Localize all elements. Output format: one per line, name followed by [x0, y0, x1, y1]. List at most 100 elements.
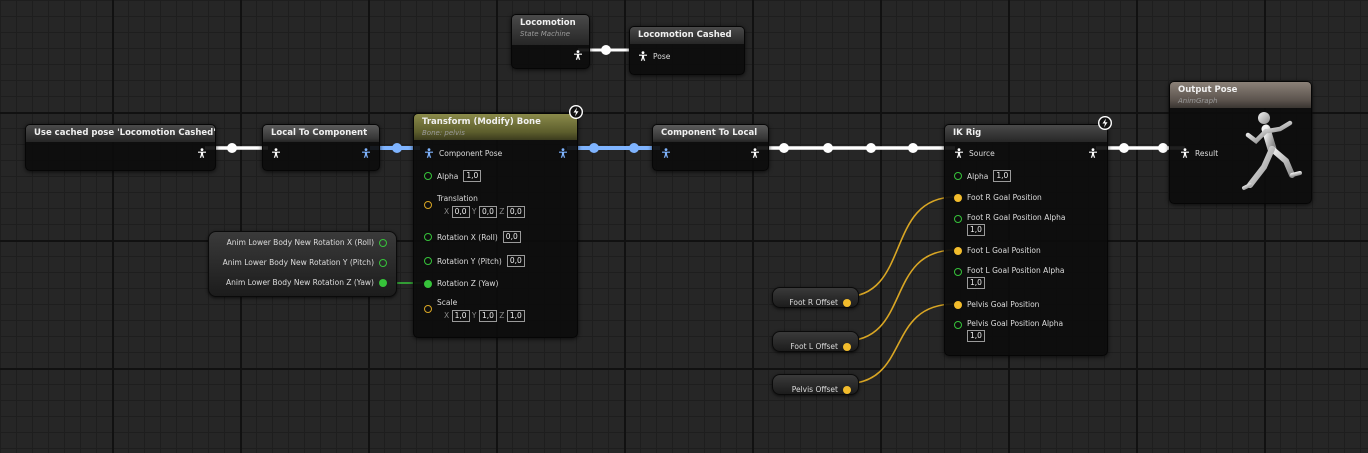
foot-r-alpha-pin[interactable]: Foot R Goal Position Alpha 1,0 — [954, 213, 1066, 236]
component-to-local-node[interactable]: Component To Local — [652, 124, 769, 171]
node-title: Output Pose — [1178, 85, 1238, 95]
pelvis-alpha-field[interactable]: 1,0 — [967, 330, 985, 342]
node-header: Locomotion Cashed — [630, 27, 744, 44]
alpha-value-field[interactable]: 1,0 — [463, 170, 482, 182]
source-input-pin[interactable]: Source — [954, 148, 995, 158]
variable-pin[interactable]: Foot L Offset — [790, 337, 851, 356]
node-title: Locomotion — [520, 18, 576, 28]
float-pin-icon — [379, 258, 387, 267]
translation-y-field[interactable]: 0,0 — [478, 206, 497, 218]
pose-input-pin[interactable] — [271, 148, 281, 158]
node-title: Local To Component — [271, 128, 368, 138]
pose-person-icon — [750, 148, 760, 158]
component-pose-output-pin[interactable] — [558, 148, 568, 158]
scale-pin[interactable]: Scale X 1,0 Y 1,0 Z 1,0 — [424, 298, 525, 322]
float-pin-icon — [379, 238, 387, 247]
pose-output-pin[interactable] — [750, 148, 760, 158]
ik-rig-node[interactable]: IK Rig Source Alpha 1,0 Foot R Goal Posi… — [944, 124, 1108, 356]
variable-label: Anim Lower Body New Rotation Z (Yaw) — [226, 278, 374, 287]
variable-pelvis-offset[interactable]: Pelvis Offset — [772, 374, 859, 395]
wire-knot — [629, 143, 639, 153]
vector-pin-icon — [424, 201, 432, 209]
vector-pin-connected-icon — [954, 300, 962, 309]
transform-modify-bone-node[interactable]: Transform (Modify) Bone Bone: pelvis Com… — [413, 113, 578, 338]
rotation-y-field[interactable]: 0,0 — [506, 255, 525, 267]
float-pin-icon — [424, 257, 432, 265]
translation-z-field[interactable]: 0,0 — [506, 206, 525, 218]
wire-footl-to-ikrig[interactable] — [843, 249, 956, 342]
variable-rotation-y[interactable]: Anim Lower Body New Rotation Y (Pitch) — [223, 258, 387, 267]
variable-rotation-z[interactable]: Anim Lower Body New Rotation Z (Yaw) — [226, 278, 387, 287]
node-header: Output Pose AnimGraph — [1170, 82, 1311, 108]
wire-knot — [1119, 143, 1129, 153]
component-pose-input-pin[interactable] — [661, 148, 671, 158]
vector-pin-connected-icon — [843, 342, 851, 351]
component-pose-input-pin[interactable]: Component Pose — [424, 148, 502, 158]
use-cached-pose-node[interactable]: Use cached pose 'Locomotion Cashed' — [25, 124, 216, 171]
translation-x-field[interactable]: 0,0 — [451, 206, 470, 218]
variable-label: Anim Lower Body New Rotation Y (Pitch) — [222, 258, 374, 267]
rotation-z-pin[interactable]: Rotation Z (Yaw) — [424, 279, 498, 288]
pose-person-icon — [1180, 148, 1190, 158]
foot-r-goal-pin[interactable]: Foot R Goal Position — [954, 193, 1042, 202]
variable-foot-l-offset[interactable]: Foot L Offset — [772, 331, 859, 352]
locomotion-state-machine-node[interactable]: Locomotion State Machine — [511, 14, 590, 69]
pose-output-pin[interactable] — [197, 148, 207, 158]
anim-graph-canvas[interactable]: Locomotion State Machine Locomotion Cash… — [0, 0, 1368, 453]
float-pin-icon — [954, 321, 962, 329]
foot-l-alpha-field[interactable]: 1,0 — [967, 277, 985, 289]
local-to-component-node[interactable]: Local To Component — [262, 124, 380, 171]
pin-label: Rotation Y (Pitch) — [437, 256, 502, 266]
component-pose-person-icon — [661, 148, 671, 158]
foot-l-alpha-pin[interactable]: Foot L Goal Position Alpha 1,0 — [954, 266, 1065, 289]
rotation-variables-group[interactable]: Anim Lower Body New Rotation X (Roll) An… — [208, 231, 397, 297]
node-header: Locomotion State Machine — [512, 15, 589, 45]
pin-label: Translation — [437, 194, 478, 203]
component-pose-output-pin[interactable] — [361, 148, 371, 158]
foot-l-goal-pin[interactable]: Foot L Goal Position — [954, 246, 1041, 255]
pose-input-pin[interactable]: Pose — [638, 51, 670, 61]
wire-knot — [1158, 143, 1168, 153]
alpha-value-field[interactable]: 1,0 — [993, 170, 1012, 182]
pose-output-pin[interactable] — [573, 50, 583, 60]
variable-pin[interactable]: Pelvis Offset — [792, 380, 851, 399]
rotation-x-field[interactable]: 0,0 — [502, 231, 521, 243]
lightning-bolt-icon — [569, 105, 583, 119]
translation-pin[interactable]: Translation X 0,0 Y 0,0 Z 0,0 — [424, 194, 525, 218]
pin-label: Source — [969, 148, 995, 158]
float-pin-connected-icon — [379, 278, 387, 287]
node-header: IK Rig — [945, 125, 1107, 142]
pin-label: Foot L Goal Position — [967, 246, 1041, 255]
rotation-y-pin[interactable]: Rotation Y (Pitch) 0,0 — [424, 255, 525, 267]
alpha-pin[interactable]: Alpha 1,0 — [424, 170, 482, 182]
pin-label: Alpha — [967, 171, 989, 181]
variable-foot-r-offset[interactable]: Foot R Offset — [772, 287, 859, 308]
wire-pelvis-to-ikrig[interactable] — [843, 303, 956, 385]
node-title: Transform (Modify) Bone — [422, 117, 541, 127]
result-input-pin[interactable]: Result — [1180, 148, 1218, 158]
pose-person-icon — [638, 51, 648, 61]
scale-y-field[interactable]: 1,0 — [478, 310, 497, 322]
pelvis-alpha-pin[interactable]: Pelvis Goal Position Alpha 1,0 — [954, 319, 1063, 342]
foot-r-alpha-field[interactable]: 1,0 — [967, 224, 985, 236]
float-pin-icon — [954, 172, 962, 180]
pose-person-icon — [271, 148, 281, 158]
save-cached-pose-node[interactable]: Locomotion Cashed Pose — [629, 26, 745, 75]
node-title: Use cached pose 'Locomotion Cashed' — [34, 128, 216, 138]
variable-pin[interactable]: Foot R Offset — [789, 293, 851, 312]
pose-output-pin[interactable] — [1088, 148, 1098, 158]
scale-z-field[interactable]: 1,0 — [506, 310, 525, 322]
float-pin-connected-icon — [424, 279, 432, 288]
wire-footr-to-ikrig[interactable] — [843, 196, 956, 298]
variable-rotation-x[interactable]: Anim Lower Body New Rotation X (Roll) — [227, 238, 387, 247]
scale-x-field[interactable]: 1,0 — [451, 310, 470, 322]
wire-knot — [823, 143, 833, 153]
variable-label: Anim Lower Body New Rotation X (Roll) — [226, 238, 374, 247]
pelvis-goal-pin[interactable]: Pelvis Goal Position — [954, 300, 1039, 309]
pin-label: Rotation X (Roll) — [437, 232, 498, 242]
output-pose-node[interactable]: Output Pose AnimGraph Result — [1169, 81, 1312, 204]
rotation-x-pin[interactable]: Rotation X (Roll) 0,0 — [424, 231, 521, 243]
alpha-pin[interactable]: Alpha 1,0 — [954, 170, 1012, 182]
axis-z-label: Z — [499, 207, 505, 216]
float-pin-icon — [424, 172, 432, 180]
